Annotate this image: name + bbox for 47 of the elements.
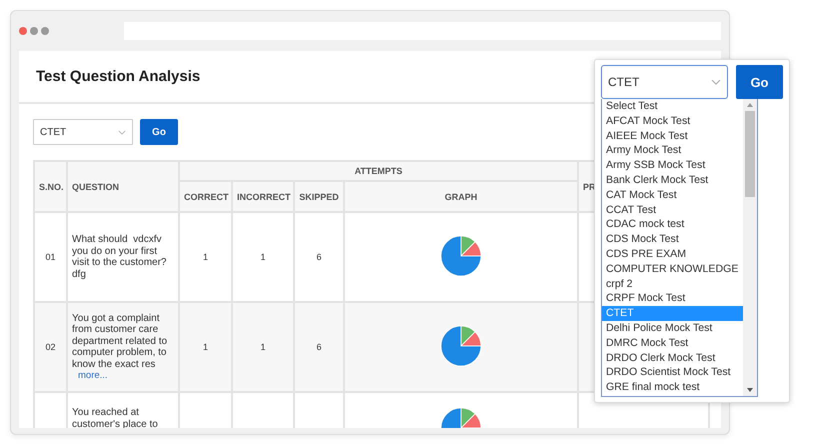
table-cell: 02 — [34, 302, 67, 392]
pie-chart — [440, 325, 482, 367]
column-header: CORRECT — [179, 181, 232, 212]
table-cell: 1 — [232, 302, 294, 392]
question-cell: You got a complaint from customer care department related to computer problem, to know the exact res more... — [67, 302, 179, 392]
option-item[interactable]: AFCAT Mock Test — [602, 114, 743, 129]
go-button[interactable]: Go — [140, 119, 178, 145]
table-cell: 1 — [179, 212, 232, 302]
option-item[interactable]: AIEEE Mock Test — [602, 128, 743, 144]
option-item[interactable]: CDAC mock test — [602, 217, 743, 232]
more-link[interactable]: more... — [78, 370, 108, 382]
test-select[interactable]: CTET — [601, 65, 728, 99]
option-item[interactable]: Delhi Police Mock Test — [602, 320, 743, 336]
option-item[interactable]: crpf 2 — [602, 276, 743, 292]
pie-chart — [440, 235, 482, 277]
window-dot-icon[interactable] — [30, 27, 38, 35]
test-select[interactable]: CTET — [33, 119, 133, 145]
option-item[interactable]: Select Test — [602, 99, 743, 114]
column-header: GRAPH — [344, 181, 578, 212]
option-item[interactable]: DMRC Mock Test — [602, 336, 743, 351]
go-button[interactable]: Go — [736, 65, 783, 99]
option-item[interactable]: CDS PRE EXAM — [602, 246, 743, 262]
chevron-down-icon — [710, 78, 721, 86]
option-item[interactable]: CRPF Mock Test — [602, 291, 743, 306]
column-header: S.NO. — [34, 161, 67, 212]
option-item[interactable]: COMPUTER KNOWLEDGE — [602, 262, 743, 277]
window-dot-icon[interactable] — [41, 27, 49, 35]
column-header: SKIPPED — [294, 181, 344, 212]
scrollbar[interactable] — [743, 99, 757, 396]
option-item[interactable]: DRDO Clerk Mock Test — [602, 350, 743, 366]
table-cell: 6 — [294, 212, 344, 302]
option-item[interactable]: GRE final mock test — [602, 380, 743, 395]
question-cell: What should vdcxfv you do on your first visit to the customer?dfg — [67, 212, 179, 302]
table-cell: 1 — [232, 212, 294, 302]
option-item[interactable]: Army Mock Test — [602, 143, 743, 158]
column-header: QUESTION — [67, 161, 179, 212]
close-dot-icon[interactable] — [19, 27, 27, 35]
scrollbar-thumb[interactable] — [745, 111, 755, 197]
page-title: Test Question Analysis — [36, 68, 200, 85]
table-cell: 1 — [179, 302, 232, 392]
column-header: INCORRECT — [232, 181, 294, 212]
option-item[interactable]: CDS Mock Test — [602, 232, 743, 247]
table-cell: 6 — [294, 302, 344, 392]
option-item[interactable]: DRDO Scientist Mock Test — [602, 365, 743, 380]
column-group-header: ATTEMPTS — [179, 161, 578, 181]
chevron-down-icon — [118, 130, 126, 134]
table-cell: 01 — [34, 212, 67, 302]
